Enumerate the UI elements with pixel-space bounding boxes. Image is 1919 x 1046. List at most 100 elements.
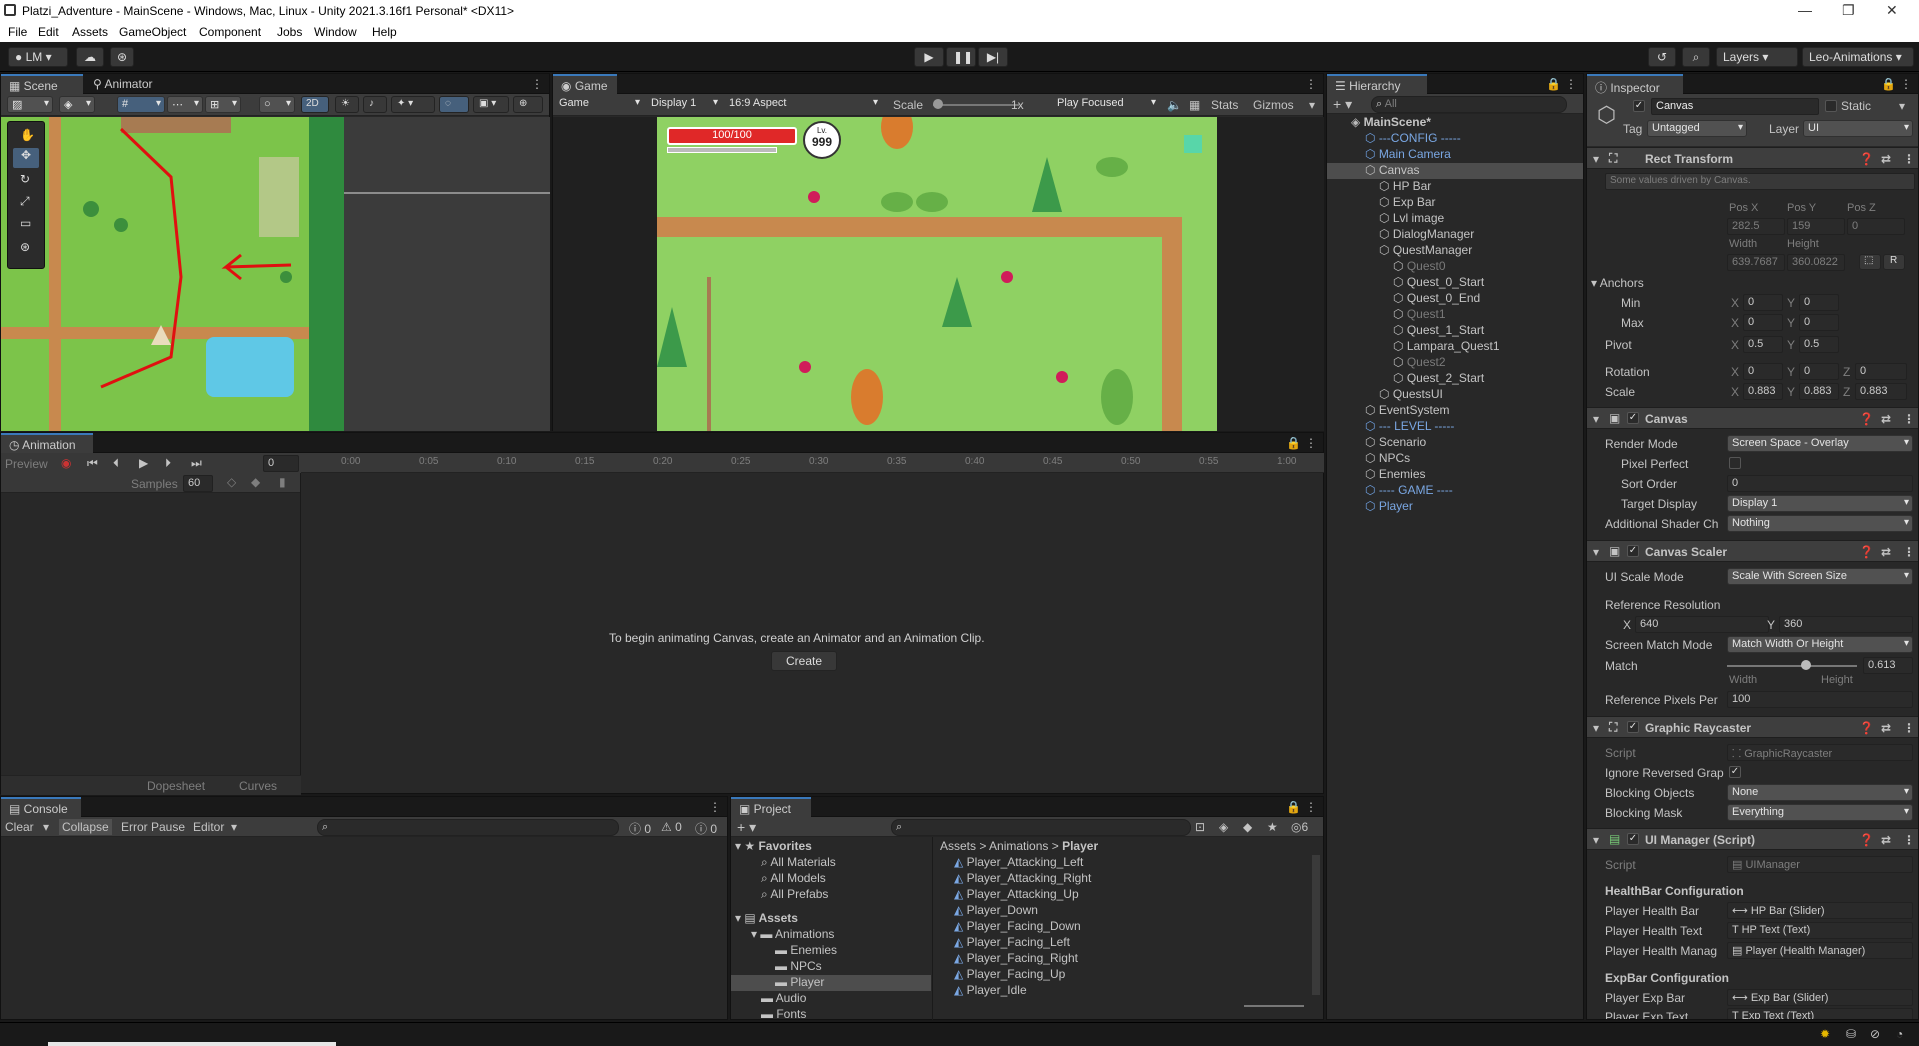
create-asset-icon[interactable]: + ▾ xyxy=(737,819,756,836)
list-item[interactable]: ◭ Player_Idle xyxy=(954,983,1027,999)
more-icon[interactable]: ⋮ xyxy=(1900,77,1912,91)
anchor-min-y[interactable]: 0 xyxy=(1799,294,1839,311)
help-icon[interactable]: ❓ xyxy=(1859,545,1874,559)
raw-edit-button[interactable]: R xyxy=(1883,254,1905,270)
menu-icon[interactable]: ⋮ xyxy=(1903,545,1915,559)
help-icon[interactable]: ❓ xyxy=(1859,721,1874,735)
player-exp-text-field[interactable]: T Exp Text (Text) xyxy=(1727,1008,1913,1019)
menu-assets[interactable]: Assets xyxy=(72,25,108,39)
rotation-z[interactable]: 0 xyxy=(1855,363,1907,380)
static-checkbox[interactable] xyxy=(1825,100,1837,112)
minimize-icon[interactable]: — xyxy=(1798,2,1812,18)
anchors-foldout[interactable]: ▾ Anchors xyxy=(1591,276,1644,290)
canvas-scaler-enabled-checkbox[interactable]: ✓ xyxy=(1627,545,1639,557)
timeline-ruler[interactable]: 0:00 0:05 0:10 0:15 0:20 0:25 0:30 0:35 … xyxy=(301,453,1324,473)
effects-icon[interactable]: ✦ ▾ xyxy=(391,96,435,113)
target-display-dropdown[interactable]: Display 1 xyxy=(1727,495,1913,512)
scrollbar[interactable] xyxy=(1312,855,1320,995)
favorite-item[interactable]: ⌕ All Materials xyxy=(761,855,836,871)
match-slider[interactable] xyxy=(1727,665,1857,667)
clear-options-icon[interactable]: ▾ xyxy=(43,820,49,834)
blueprint-icon[interactable]: ⬚ xyxy=(1859,254,1881,270)
ui-manager-enabled-checkbox[interactable]: ✓ xyxy=(1627,833,1639,845)
pixel-perfect-checkbox[interactable] xyxy=(1729,457,1741,469)
lighting-icon[interactable]: ☀ xyxy=(335,96,359,113)
list-item[interactable]: ◭ Player_Attacking_Left xyxy=(954,855,1083,871)
more-icon[interactable]: ⋮ xyxy=(1305,800,1317,814)
debug-icon[interactable]: ⊘ xyxy=(1870,1027,1880,1041)
scale-slider-handle[interactable] xyxy=(933,99,943,109)
match-input[interactable]: 0.613 xyxy=(1863,657,1913,674)
list-item[interactable]: ◭ Player_Facing_Left xyxy=(954,935,1070,951)
history-icon[interactable]: ↺ xyxy=(1648,47,1676,67)
ignore-reversed-checkbox[interactable]: ✓ xyxy=(1729,766,1741,778)
more-icon[interactable]: ⋮ xyxy=(1305,77,1317,91)
menu-icon[interactable]: ⋮ xyxy=(1903,721,1915,735)
cloud-icon[interactable]: ☁ xyxy=(76,47,104,67)
search-by-label-icon[interactable]: ◈ xyxy=(1219,820,1228,834)
hierarchy-item[interactable]: ⬡ Quest0 xyxy=(1327,259,1583,275)
raycaster-enabled-checkbox[interactable]: ✓ xyxy=(1627,721,1639,733)
warning-count[interactable]: ⚠ 0 xyxy=(661,820,682,834)
project-search-input[interactable]: ⌕ xyxy=(891,819,1191,836)
posx-field[interactable]: 282.5 xyxy=(1727,218,1785,235)
create-clip-button[interactable]: Create xyxy=(771,651,837,671)
create-object-icon[interactable]: + ▾ xyxy=(1333,96,1352,113)
list-item[interactable]: ◭ Player_Facing_Up xyxy=(954,967,1065,983)
player-health-text-field[interactable]: T HP Text (Text) xyxy=(1727,922,1913,939)
increment-dropdown[interactable]: ⊞ xyxy=(205,96,241,113)
ref-res-y-input[interactable]: 360 xyxy=(1779,616,1913,633)
shader-channels-dropdown[interactable]: Nothing xyxy=(1727,515,1913,532)
tab-scene[interactable]: ▦ Scene xyxy=(1,74,83,94)
search-by-type-icon[interactable]: ⊡ xyxy=(1195,820,1205,834)
breadcrumb-item[interactable]: Animations xyxy=(989,839,1048,853)
samples-input[interactable]: 60 xyxy=(183,475,213,492)
play-button[interactable]: ▶ xyxy=(914,47,944,67)
player-health-bar-field[interactable]: ⟷ HP Bar (Slider) xyxy=(1727,902,1913,919)
lock-icon[interactable]: 🔒 xyxy=(1286,800,1301,814)
hierarchy-item[interactable]: ⬡ Quest1 xyxy=(1327,307,1583,323)
breadcrumb-item[interactable]: Player xyxy=(1062,839,1098,853)
hand-tool-icon[interactable]: ✋ xyxy=(20,128,35,142)
posy-field[interactable]: 159 xyxy=(1787,218,1845,235)
add-event-icon[interactable]: ▮ xyxy=(279,475,286,489)
foldout-icon[interactable]: ▾ xyxy=(1593,833,1599,847)
width-field[interactable]: 639.7687 xyxy=(1727,254,1785,271)
anchor-max-x[interactable]: 0 xyxy=(1743,314,1783,331)
breadcrumb-item[interactable]: Assets xyxy=(940,839,976,853)
blocking-objects-dropdown[interactable]: None xyxy=(1727,784,1913,801)
hierarchy-item[interactable]: ⬡ Quest_0_End xyxy=(1327,291,1583,307)
gizmo-sphere-dropdown[interactable]: ○ xyxy=(259,96,295,113)
move-tool-icon[interactable]: ✥ xyxy=(13,148,39,168)
camera-icon[interactable]: ▣ ▾ xyxy=(473,96,509,113)
tab-project[interactable]: ▣ Project xyxy=(731,797,811,817)
preset-icon[interactable]: ⇄ xyxy=(1881,545,1891,559)
folder-item[interactable]: ▾ ▬ Animations xyxy=(751,927,834,943)
hierarchy-item[interactable]: ⬡ Lampara_Quest1 xyxy=(1327,339,1583,355)
ui-scale-mode-dropdown[interactable]: Scale With Screen Size xyxy=(1727,568,1913,585)
hierarchy-item[interactable]: ⬡ EventSystem xyxy=(1327,403,1583,419)
scale-x[interactable]: 0.883 xyxy=(1743,383,1783,400)
hierarchy-scene-root[interactable]: ◈ MainScene* xyxy=(1327,115,1583,131)
help-icon[interactable]: ❓ xyxy=(1859,412,1874,426)
player-exp-bar-field[interactable]: ⟷ Exp Bar (Slider) xyxy=(1727,989,1913,1006)
more-icon[interactable]: ⋮ xyxy=(531,77,543,91)
tab-animator[interactable]: ⚲ Animator xyxy=(85,74,165,94)
scale-y[interactable]: 0.883 xyxy=(1799,383,1839,400)
tab-hierarchy[interactable]: ☰ Hierarchy xyxy=(1327,74,1427,94)
game-view-dropdown[interactable]: Game xyxy=(555,96,643,113)
favorite-star-icon[interactable]: ★ xyxy=(1267,820,1278,834)
folder-item[interactable]: ▬ Enemies xyxy=(775,943,837,959)
menu-jobs[interactable]: Jobs xyxy=(277,25,302,39)
menu-icon[interactable]: ⋮ xyxy=(1903,412,1915,426)
tab-console[interactable]: ▤ Console xyxy=(1,797,81,817)
list-item[interactable]: ◭ Player_Facing_Right xyxy=(954,951,1078,967)
menu-help[interactable]: Help xyxy=(372,25,397,39)
favorite-item[interactable]: ⌕ All Prefabs xyxy=(761,887,828,903)
hierarchy-item[interactable]: ⬡ Scenario xyxy=(1327,435,1583,451)
preset-icon[interactable]: ⇄ xyxy=(1881,152,1891,166)
menu-file[interactable]: File xyxy=(8,25,27,39)
stats-grid-icon[interactable]: ▦ xyxy=(1189,98,1200,112)
collab-icon[interactable]: ⊛ xyxy=(110,47,134,67)
static-dropdown-icon[interactable]: ▾ xyxy=(1899,99,1905,113)
